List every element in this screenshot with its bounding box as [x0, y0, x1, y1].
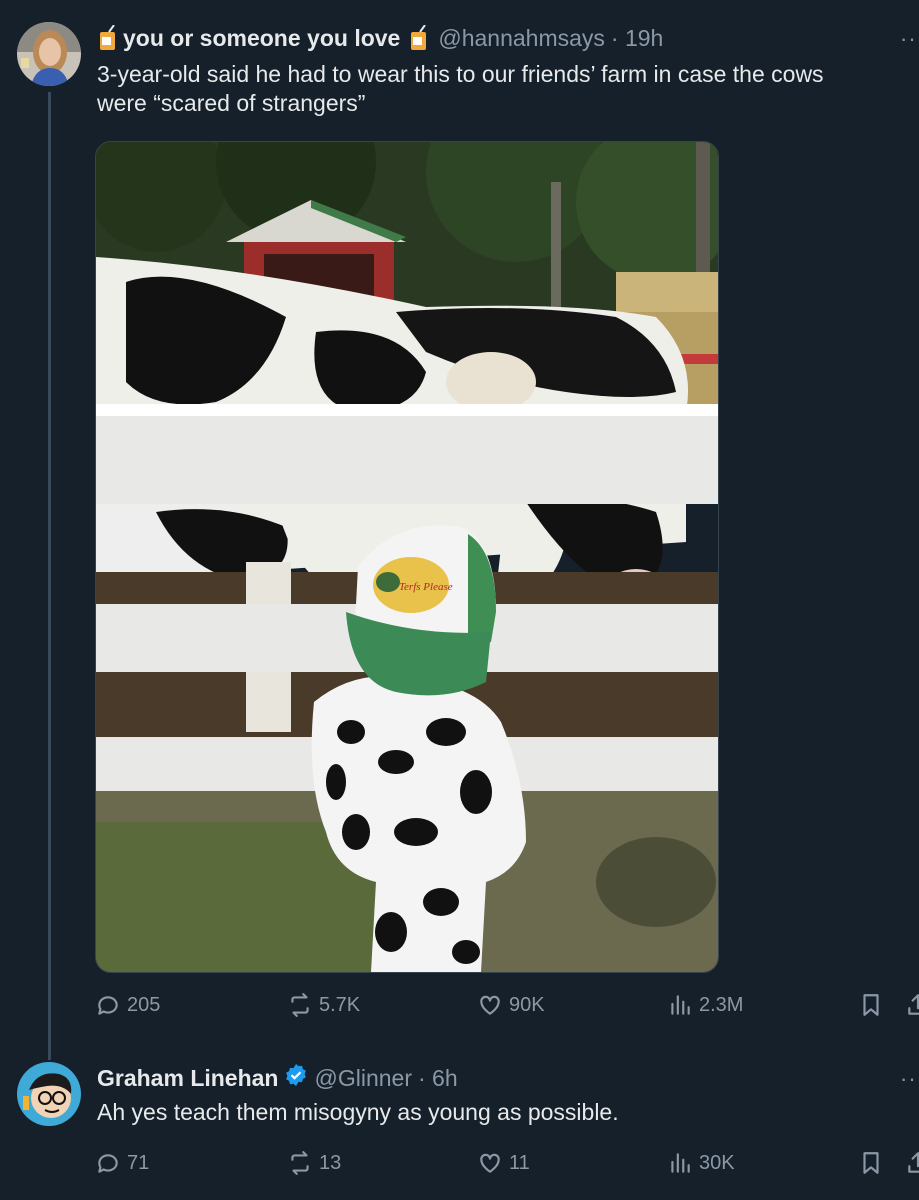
- tweet1-action-bar: 205 5.7K 90K 2.3M: [95, 992, 919, 1022]
- like-icon: [480, 995, 500, 1015]
- repost-button[interactable]: 13: [287, 1150, 341, 1176]
- tweet1-photo[interactable]: No Terfs Please: [95, 141, 719, 973]
- views-count: 30K: [699, 1151, 735, 1174]
- repost-count: 5.7K: [319, 993, 361, 1016]
- like-icon: [480, 1153, 500, 1173]
- tweet2-handle[interactable]: @Glinner: [314, 1065, 412, 1092]
- tweet2-text: Ah yes teach them misogyny as young as p…: [97, 1099, 619, 1125]
- tweet1-handle[interactable]: @hannahmsays: [438, 25, 605, 52]
- tweet1-header: you or someone you love @hannahmsays · 1…: [97, 22, 663, 54]
- reply-count: 205: [127, 993, 161, 1016]
- views-icon: [671, 995, 690, 1015]
- repost-count: 13: [319, 1151, 342, 1174]
- like-count: 90K: [509, 993, 545, 1016]
- views-icon: [671, 1153, 690, 1173]
- views-button[interactable]: 2.3M: [667, 992, 743, 1018]
- views-count: 2.3M: [699, 993, 744, 1016]
- bookmark-button[interactable]: [858, 1150, 884, 1176]
- avatar-hannahmsays[interactable]: [17, 22, 81, 86]
- reply-icon: [98, 996, 118, 1015]
- reply-button[interactable]: 71: [95, 1150, 149, 1176]
- bookmark-button[interactable]: [858, 992, 884, 1018]
- reply-count: 71: [127, 1151, 150, 1174]
- tweet1-text-line2: were “scared of strangers”: [97, 90, 366, 116]
- tweet2-timestamp[interactable]: · 6h: [418, 1065, 458, 1092]
- tweet2-header: Graham Linehan @Glinner · 6h: [97, 1062, 458, 1094]
- tweet2-display-name[interactable]: Graham Linehan: [97, 1065, 278, 1092]
- tweet2-action-bar: 71 13 11 30K: [95, 1150, 919, 1180]
- repost-icon: [291, 993, 309, 1017]
- repost-button[interactable]: 5.7K: [287, 992, 360, 1018]
- share-icon: [908, 1152, 919, 1173]
- bookmark-icon: [863, 1152, 879, 1174]
- verified-badge-icon: [284, 1063, 308, 1093]
- tweet1-timestamp[interactable]: · 19h: [611, 25, 663, 52]
- bookmark-icon: [863, 994, 879, 1016]
- tweet1-text: 3-year-old said he had to wear this to o…: [97, 60, 907, 118]
- like-button[interactable]: 11: [477, 1150, 530, 1176]
- more-options-icon[interactable]: ··: [900, 26, 917, 52]
- juice-box-icon: [408, 25, 430, 51]
- like-count: 11: [509, 1151, 530, 1174]
- like-button[interactable]: 90K: [477, 992, 545, 1018]
- repost-icon: [291, 1151, 309, 1175]
- reply-button[interactable]: 205: [95, 992, 160, 1018]
- tweet1-text-line1: 3-year-old said he had to wear this to o…: [97, 61, 824, 87]
- share-icon: [908, 994, 919, 1015]
- juice-box-icon: [97, 25, 119, 51]
- tweet1-display-name[interactable]: you or someone you love: [123, 25, 400, 52]
- share-button[interactable]: [905, 1150, 919, 1176]
- thread-line: [48, 92, 51, 1060]
- share-button[interactable]: [905, 992, 919, 1018]
- reply-icon: [98, 1154, 118, 1173]
- views-button[interactable]: 30K: [667, 1150, 735, 1176]
- avatar-glinner[interactable]: [17, 1062, 81, 1126]
- more-options-icon[interactable]: ··: [900, 1066, 917, 1092]
